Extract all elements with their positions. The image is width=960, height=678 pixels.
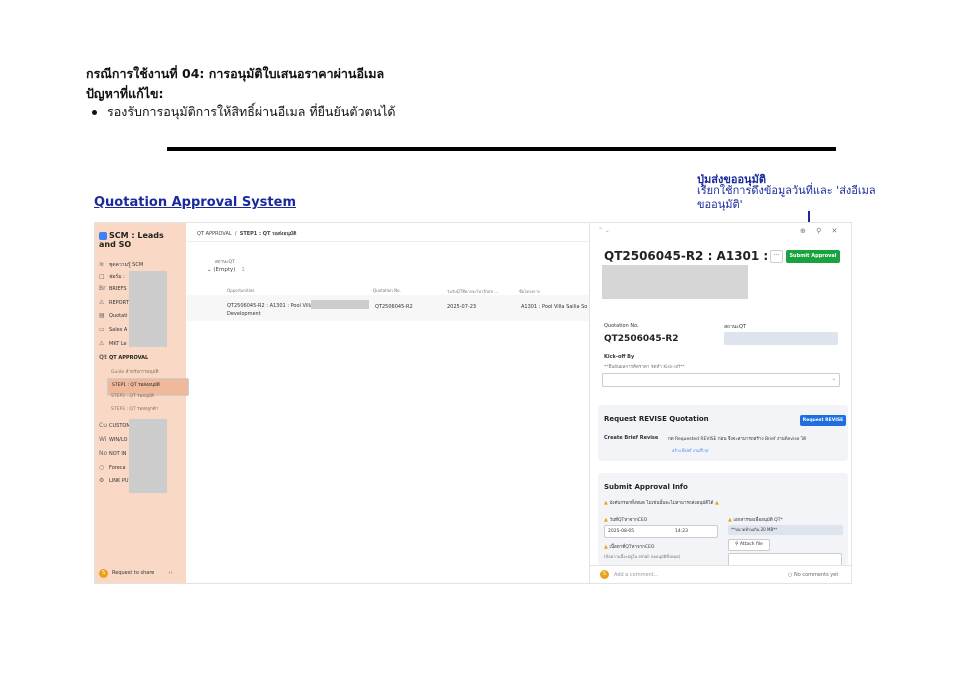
revise-card: Request REVISE Quotation Create Brief Re…: [598, 405, 848, 461]
horizontal-rule: [167, 147, 836, 151]
redacted-block: [129, 271, 167, 347]
redacted-block: [602, 265, 748, 299]
column-header[interactable]: Quotation No.: [373, 288, 401, 293]
status-label: สถานะQT: [724, 324, 746, 330]
comment-input[interactable]: Add a comment...: [614, 572, 658, 578]
cell-opportunity[interactable]: QT2506045-R2 : A1301 : Pool Villa S: [227, 303, 318, 309]
create-brief-link[interactable]: สร้าง Brief งานรีไวส: [672, 447, 708, 454]
sidebar-item[interactable]: ≋ ชุดความรู้ SCM: [99, 261, 185, 269]
sidebar-subitem[interactable]: STEP3 : QT รอส่งลูกค้า: [111, 405, 197, 412]
no-comments: ○ No comments yet: [788, 572, 839, 578]
doc-label: ▲ เอกสารขอเพื่ออนุมัติ QT*: [728, 517, 783, 523]
date-input[interactable]: 2025-08-05 14:23: [604, 525, 718, 538]
sidebar-item-qt-approval[interactable]: Qt QT APPROVAL: [99, 354, 185, 361]
attach-file-button[interactable]: ⚲ Attach file: [728, 539, 770, 551]
sidebar: SCM : Leads and SO ≋ ชุดความรู้ SCM □ ฟอร์…: [95, 223, 189, 583]
comment-bar: S Add a comment... ○ No comments yet: [590, 565, 851, 583]
more-button[interactable]: ···: [770, 250, 783, 263]
request-revise-button[interactable]: Request REVISE: [800, 415, 846, 426]
reason-hint: (ข้อความนี้จะอยู่ใน email ขออนุมัติทั้งห…: [604, 554, 681, 559]
approval-warning: ▲ บังคับกรอกทั้งหมด ไม่เช่นนั้นจะไม่สามา…: [604, 500, 719, 506]
submit-approval-button[interactable]: Submit Approval: [786, 250, 840, 263]
request-share-button[interactable]: S Request to share ‹‹: [99, 569, 172, 578]
create-brief-hint: กด Requested REVISE ก่อน จึงจะสามารถสร้า…: [668, 437, 807, 442]
breadcrumb: QT APPROVAL / STEP1 : QT รอส่งอนุมัติ: [197, 231, 297, 237]
app-screenshot: SCM : Leads and SO ≋ ชุดความรู้ SCM □ ฟอร์…: [94, 222, 852, 584]
bullet-item: รองรับการอนุมัติการให้สิทธิ์ผ่านอีเมล ที…: [92, 102, 396, 122]
cell-project: A1301 : Pool Villa Sailia So: [521, 304, 588, 310]
kickoff-select[interactable]: ⌄: [602, 373, 840, 387]
nav-arrows-icon[interactable]: ⌃ ⌄: [598, 227, 610, 234]
callout-body: เรียกใช้การดึงข้อมูลวันที่และ 'ส่งอีเมลข…: [697, 184, 876, 211]
quotation-value: QT2506045-R2: [604, 334, 679, 344]
workspace-title[interactable]: SCM : Leads and SO: [99, 231, 183, 249]
avatar: S: [99, 569, 108, 578]
approval-title: Submit Approval Info: [604, 483, 688, 491]
group-field: สถานะQT: [215, 260, 235, 265]
cell-quotation: QT2506045-R2: [375, 304, 413, 310]
warning-icon: ▲: [713, 500, 719, 506]
problem-heading: ปัญหาที่แก้ไข:: [86, 86, 164, 101]
doc-hint: **ขนาดห้ามเกิน 20 MB**: [728, 525, 843, 535]
record-title: QT2506045-R2 : A1301 :: [604, 249, 769, 263]
sidebar-subitem[interactable]: Guide สำหรับการอนุมัติ: [111, 368, 197, 375]
bullet-dot-icon: [92, 110, 97, 115]
detail-panel: ⌃ ⌄ ⊕ ⚲ ✕ QT2506045-R2 : A1301 : ··· Sub…: [589, 223, 851, 583]
avatar: S: [600, 570, 609, 579]
workspace-badge-icon: [99, 231, 107, 240]
redacted-block: [311, 300, 369, 309]
chevron-down-icon: ⌄: [831, 376, 836, 382]
section-link[interactable]: Quotation Approval System: [94, 195, 296, 210]
reason-label: ▲ เนื้อหาที่QTหาจากCEO: [604, 544, 655, 550]
sidebar-subitem[interactable]: STEP2 : QT รออนุมัติ: [111, 392, 197, 399]
approval-card: Submit Approval Info ▲ บังคับกรอกทั้งหมด…: [598, 473, 848, 567]
column-header[interactable]: วันรับQTที่ควรจะไป (from ...: [447, 288, 498, 295]
date-label: ▲ วันที่QTหาจากCEO: [604, 517, 648, 523]
revise-title: Request REVISE Quotation: [604, 415, 709, 423]
document-heading: กรณีการใช้งานที่ 04: การอนุมัติใบเสนอราค…: [86, 66, 385, 81]
create-brief-label: Create Brief Revise: [604, 435, 659, 441]
column-header[interactable]: ชื่อโครงการ: [519, 288, 540, 295]
collapse-icon[interactable]: ‹‹: [168, 570, 172, 576]
cell-date: 2025-07-23: [447, 304, 477, 310]
panel-toolbar-icons[interactable]: ⊕ ⚲ ✕: [800, 227, 841, 235]
redacted-block: [129, 419, 167, 493]
status-field[interactable]: [724, 332, 838, 345]
kickoff-label: Kick-off By: [604, 354, 635, 360]
quotation-label: Quotation No.: [604, 323, 639, 329]
kickoff-hint: **ยืนยันผลการคิดราคา จัดทำ Kick-off**: [604, 365, 685, 370]
group-header[interactable]: ⌄ (Empty) 1: [207, 267, 245, 273]
cell-opportunity-line2: Development: [227, 311, 261, 317]
divider: [187, 241, 591, 242]
column-header[interactable]: Opportunities: [227, 288, 254, 293]
bullet-text: รองรับการอนุมัติการให้สิทธิ์ผ่านอีเมล ที…: [107, 104, 396, 119]
